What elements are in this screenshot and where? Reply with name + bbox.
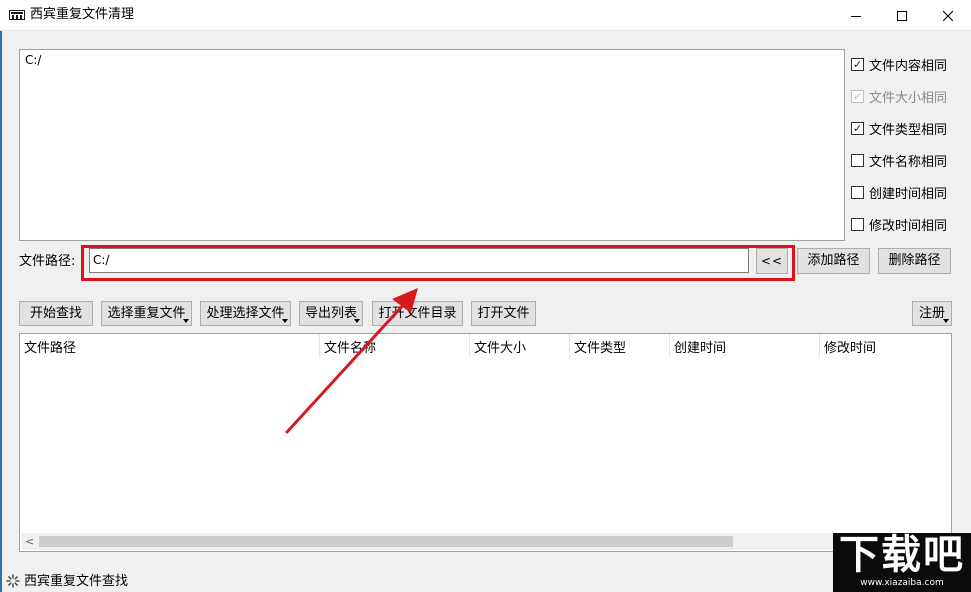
status-text: 西宾重复文件查找 — [24, 574, 129, 589]
column-header[interactable]: 文件路径 — [20, 334, 320, 358]
watermark-title: 下载吧 — [839, 532, 965, 578]
watermark-logo: 下载吧 www.xiazaiba.com — [833, 533, 971, 592]
export-list-button[interactable]: 导出列表 — [299, 301, 363, 326]
status-bar — [0, 570, 971, 592]
open-file-button[interactable]: 打开文件 — [471, 301, 536, 326]
dropdown-arrow-icon — [943, 319, 949, 323]
option-modified-same[interactable]: 修改时间相同 — [851, 215, 948, 234]
app-icon — [9, 10, 25, 20]
column-header[interactable]: 创建时间 — [670, 334, 820, 358]
option-size-same: ✓ 文件大小相同 — [851, 87, 948, 106]
option-label: 创建时间相同 — [869, 186, 948, 202]
column-header[interactable]: 文件大小 — [470, 334, 570, 358]
results-table[interactable]: 文件路径 文件名称 文件大小 文件类型 创建时间 修改时间 < — [19, 333, 952, 552]
maximize-button[interactable] — [879, 0, 925, 31]
register-button[interactable]: 注册 — [912, 301, 952, 326]
path-list-item[interactable]: C:/ — [20, 50, 844, 70]
column-header[interactable]: 修改时间 — [820, 334, 951, 358]
select-duplicates-button[interactable]: 选择重复文件 — [101, 301, 192, 326]
title-bar — [0, 0, 971, 31]
register-label: 注册 — [918, 305, 945, 321]
close-icon — [943, 10, 953, 21]
highlight-box — [81, 245, 795, 281]
option-label: 文件内容相同 — [869, 58, 948, 74]
minimize-button[interactable] — [833, 0, 879, 31]
path-label: 文件路径: — [19, 254, 76, 269]
minimize-icon — [851, 15, 861, 17]
open-directory-button[interactable]: 打开文件目录 — [372, 301, 463, 326]
column-header[interactable]: 文件名称 — [320, 334, 470, 358]
column-header[interactable]: 文件类型 — [570, 334, 670, 358]
option-label: 文件大小相同 — [869, 90, 948, 106]
add-path-button[interactable]: 添加路径 — [797, 248, 870, 274]
option-type-same[interactable]: ✓ 文件类型相同 — [851, 119, 948, 138]
checkbox[interactable] — [851, 217, 864, 231]
check-icon: ✓ — [853, 121, 863, 135]
window-edge — [0, 31, 2, 592]
checkbox[interactable] — [851, 185, 864, 199]
checkbox[interactable]: ✓ — [851, 121, 864, 135]
process-selected-button[interactable]: 处理选择文件 — [200, 301, 291, 326]
check-icon: ✓ — [853, 89, 863, 103]
path-list[interactable]: C:/ — [19, 49, 845, 241]
horizontal-scrollbar[interactable]: < — [21, 533, 950, 550]
select-duplicates-label: 选择重复文件 — [107, 305, 186, 321]
watermark-url: www.xiazaiba.com — [860, 578, 944, 588]
option-created-same[interactable]: 创建时间相同 — [851, 183, 948, 202]
option-label: 修改时间相同 — [869, 218, 948, 234]
window-title: 西宾重复文件清理 — [30, 7, 135, 22]
checkbox: ✓ — [851, 89, 864, 103]
process-selected-label: 处理选择文件 — [206, 305, 285, 321]
dropdown-arrow-icon — [183, 319, 189, 323]
dropdown-arrow-icon — [354, 319, 360, 323]
delete-path-button[interactable]: 删除路径 — [878, 248, 951, 274]
check-icon: ✓ — [853, 57, 863, 71]
start-search-button[interactable]: 开始查找 — [19, 301, 93, 326]
option-name-same[interactable]: 文件名称相同 — [851, 151, 948, 170]
checkbox[interactable] — [851, 153, 864, 167]
scroll-thumb[interactable] — [39, 536, 733, 547]
export-list-label: 导出列表 — [304, 305, 357, 321]
option-label: 文件类型相同 — [869, 122, 948, 138]
scroll-left-icon[interactable]: < — [25, 535, 34, 548]
option-label: 文件名称相同 — [869, 154, 948, 170]
maximize-icon — [897, 10, 907, 21]
option-content-same[interactable]: ✓ 文件内容相同 — [851, 55, 948, 74]
close-button[interactable] — [925, 0, 971, 31]
dropdown-arrow-icon — [282, 319, 288, 323]
spinner-icon — [6, 574, 20, 588]
checkbox[interactable]: ✓ — [851, 57, 864, 71]
